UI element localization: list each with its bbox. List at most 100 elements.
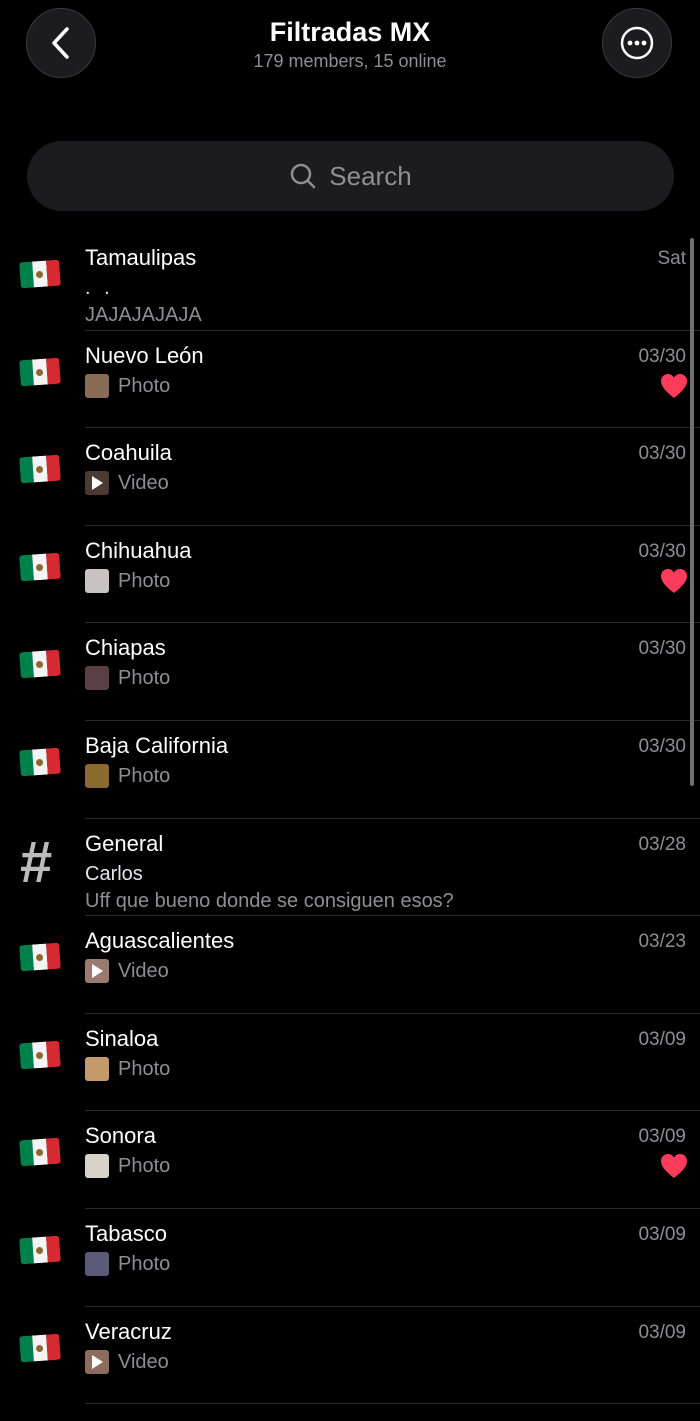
media-type-label: Video (118, 960, 169, 983)
flag-emblem (36, 1148, 44, 1157)
chat-row[interactable]: # General 03/28 Carlos Uff que bueno donde s… (0, 819, 700, 917)
last-message-preview: Photo (85, 568, 170, 594)
mexico-flag-icon (19, 650, 62, 681)
flag-emblem (36, 660, 44, 669)
flag-graphic (19, 357, 61, 386)
flag-emblem (36, 367, 44, 376)
chat-row[interactable]: Tabasco 03/09 Photo (0, 1209, 700, 1307)
last-message-text: JAJAJAJAJA (85, 304, 202, 326)
photo-thumbnail (85, 1056, 109, 1081)
header: Filtradas MX 179 members, 15 online (0, 0, 700, 100)
hash-symbol: # (20, 829, 53, 895)
flag-emblem (36, 465, 44, 473)
flag-emblem (36, 953, 44, 961)
play-icon (92, 1354, 103, 1369)
chat-row[interactable]: Veracruz 03/09 Video (0, 1307, 700, 1405)
row-divider (85, 1403, 700, 1405)
more-options-button[interactable] (602, 8, 672, 78)
photo-thumbnail (85, 1251, 109, 1276)
mexico-flag-icon (19, 454, 62, 486)
media-type-label: Photo (118, 667, 171, 690)
mexico-flag-icon (19, 357, 62, 389)
heart-icon (661, 373, 687, 398)
flag-emblem (36, 1246, 44, 1254)
chat-name: Aguascalientes (85, 928, 235, 954)
mexico-flag-icon (19, 1333, 62, 1365)
message-preview-line: . . (85, 275, 114, 301)
last-message-preview: Photo (85, 1251, 170, 1277)
message-text: Carlos (85, 862, 143, 885)
search-bar[interactable]: Search (27, 141, 674, 211)
flag-red-band (45, 942, 61, 970)
chat-name: Veracruz (85, 1318, 172, 1344)
chat-row[interactable]: Sinaloa 03/09 Photo (0, 1014, 700, 1112)
media-type-label: Video (118, 472, 169, 495)
mexico-flag-icon (19, 259, 62, 291)
photo-thumbnail (85, 1154, 109, 1179)
flag-red-band (45, 552, 61, 580)
last-message-text: Uff que bueno donde se consiguen esos? (85, 889, 454, 912)
flag-red-band (45, 454, 61, 482)
last-message-preview: Video (85, 1349, 169, 1375)
last-message-preview: Video (85, 958, 169, 984)
flag-red-band (45, 650, 61, 677)
chat-row[interactable]: Chiapas 03/30 Photo (0, 623, 700, 721)
media-type-label: Photo (118, 1057, 171, 1080)
last-message-preview: Photo (85, 1153, 170, 1179)
flag-red-band (45, 747, 61, 775)
chat-date: 03/30 (638, 443, 686, 465)
chat-name: Sinaloa (85, 1025, 159, 1051)
play-icon (92, 476, 103, 491)
scrollbar[interactable] (690, 238, 694, 786)
last-message-preview: Photo (85, 373, 170, 399)
mexico-flag-icon (19, 1235, 62, 1267)
chat-date: Sat (657, 248, 686, 269)
flag-graphic (19, 1040, 61, 1070)
flag-emblem (36, 1051, 44, 1059)
chat-row[interactable]: Aguascalientes 03/23 Video (0, 916, 700, 1014)
chat-date: 03/30 (638, 638, 686, 660)
chat-name: Baja California (85, 732, 229, 758)
chat-row[interactable]: Baja California 03/30 Photo (0, 721, 700, 819)
flag-emblem (36, 270, 44, 278)
message-text: . . (85, 277, 114, 299)
media-type-label: Photo (118, 1252, 171, 1275)
back-button[interactable] (26, 8, 96, 78)
media-type-label: Photo (118, 374, 171, 397)
group-title-block[interactable]: Filtradas MX 179 members, 15 online (150, 16, 550, 73)
chat-name: Coahuila (85, 440, 172, 466)
heart-icon (661, 1154, 687, 1179)
chat-row[interactable]: Chihuahua 03/30 Photo (0, 526, 700, 624)
video-thumbnail (85, 1349, 109, 1374)
video-thumbnail (85, 471, 109, 496)
flag-emblem (36, 563, 44, 571)
chat-row[interactable]: Nuevo León 03/30 Photo (0, 331, 700, 429)
flag-red-band (45, 1333, 61, 1361)
media-type-label: Photo (118, 1155, 171, 1178)
chat-name: Nuevo León (85, 342, 204, 368)
media-type-label: Photo (118, 569, 171, 592)
hash-icon: # (20, 833, 62, 891)
chat-name: Chiapas (85, 635, 166, 661)
flag-emblem (36, 1343, 44, 1352)
chat-name: General (85, 830, 164, 856)
ellipsis-circle-icon (620, 26, 654, 60)
chat-row[interactable]: Coahuila 03/30 Video (0, 428, 700, 526)
chat-date: 03/23 (638, 931, 686, 953)
flag-graphic (19, 552, 61, 582)
chat-date: 03/09 (638, 1028, 686, 1050)
search-placeholder: Search (329, 160, 412, 191)
chat-row[interactable]: Tamaulipas Sat . . JAJAJAJAJA (0, 233, 700, 331)
flag-graphic (19, 1333, 61, 1362)
message-sender: Carlos (85, 861, 143, 887)
last-message-preview: Photo (85, 763, 170, 789)
chat-row[interactable]: Sonora 03/09 Photo (0, 1111, 700, 1209)
group-member-count: 179 members, 15 online (253, 51, 447, 71)
play-icon (92, 964, 103, 979)
flag-graphic (19, 747, 61, 777)
chat-date: 03/30 (638, 345, 686, 367)
chat-date: 03/28 (638, 833, 686, 855)
last-message-preview: Video (85, 470, 169, 496)
flag-graphic (19, 454, 61, 484)
chat-name: Sonora (85, 1123, 156, 1149)
